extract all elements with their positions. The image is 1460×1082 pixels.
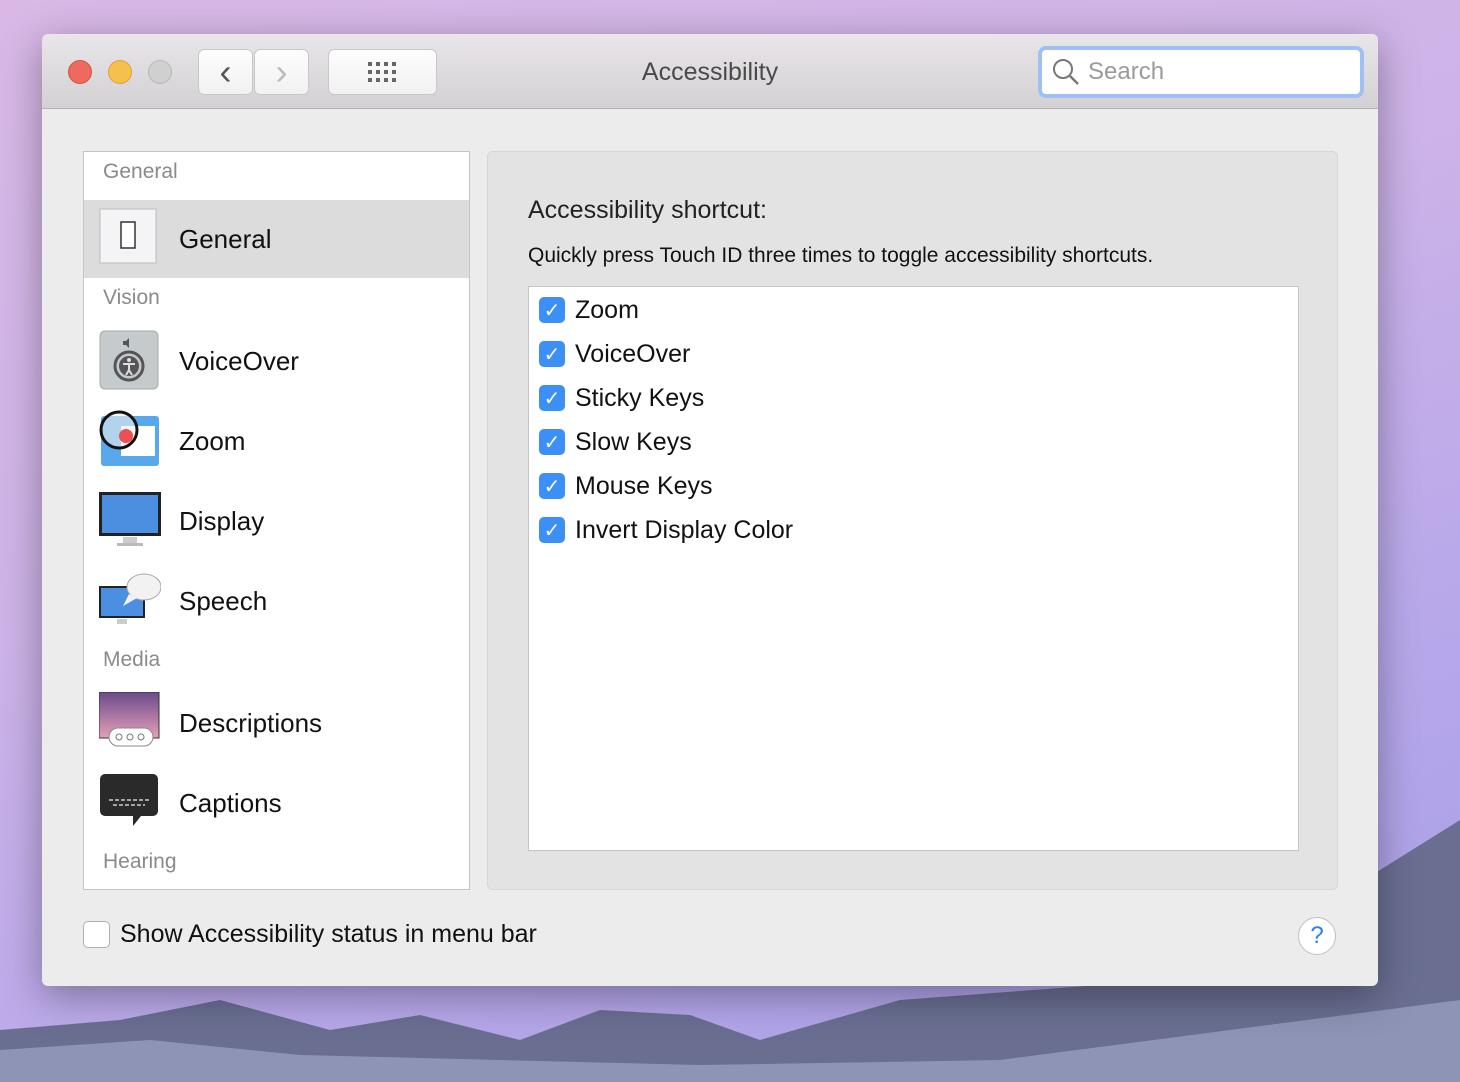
section-header-hearing: Hearing [103,850,177,873]
status-checkbox[interactable] [83,921,110,948]
checkbox-checked[interactable]: ✓ [539,297,565,323]
checkbox-checked[interactable]: ✓ [539,429,565,455]
sidebar-item-general[interactable]: General [84,200,469,278]
category-sidebar[interactable]: General General Vision VoiceOver Zoom Di… [83,151,470,890]
sidebar-item-descriptions[interactable]: Descriptions [84,684,469,762]
shortcut-voiceover[interactable]: ✓ VoiceOver [539,339,690,369]
sidebar-item-zoom[interactable]: Zoom [84,402,469,480]
display-icon [99,492,161,546]
sidebar-item-captions[interactable]: Captions [84,764,469,842]
section-header-general: General [103,160,178,183]
shortcut-heading: Accessibility shortcut: [528,196,767,224]
preferences-window: ‹ › Accessibility Search General General… [42,34,1378,986]
sidebar-item-speech[interactable]: Speech [84,562,469,640]
help-button[interactable]: ? [1298,917,1336,955]
general-switch-icon [99,208,157,264]
shortcut-invert-display-color[interactable]: ✓ Invert Display Color [539,515,793,545]
shortcut-sticky-keys[interactable]: ✓ Sticky Keys [539,383,704,413]
shortcut-zoom[interactable]: ✓ Zoom [539,295,639,325]
question-icon: ? [1310,922,1324,949]
search-icon [1053,59,1079,85]
title-bar: ‹ › Accessibility Search [42,34,1378,109]
status-label: Show Accessibility status in menu bar [120,920,537,948]
section-header-vision: Vision [103,286,160,309]
sidebar-item-display[interactable]: Display [84,482,469,560]
general-pane: Accessibility shortcut: Quickly press To… [487,151,1338,890]
voiceover-icon [99,330,159,390]
sidebar-item-voiceover[interactable]: VoiceOver [84,322,469,400]
captions-icon [100,774,158,826]
speech-icon [99,573,161,624]
search-field[interactable]: Search [1038,46,1364,98]
shortcut-description: Quickly press Touch ID three times to to… [528,244,1154,267]
checkbox-checked[interactable]: ✓ [539,385,565,411]
checkbox-checked[interactable]: ✓ [539,473,565,499]
section-header-media: Media [103,648,161,671]
checkbox-checked[interactable]: ✓ [539,517,565,543]
shortcut-mouse-keys[interactable]: ✓ Mouse Keys [539,471,713,501]
search-placeholder: Search [1088,58,1165,85]
checkbox-checked[interactable]: ✓ [539,341,565,367]
descriptions-icon [99,692,160,747]
status-menu-option[interactable]: Show Accessibility status in menu bar [83,920,537,949]
shortcut-list[interactable]: ✓ Zoom ✓ VoiceOver ✓ Sticky Keys ✓ Slow Keys… [528,286,1299,851]
zoom-icon [99,410,159,466]
shortcut-slow-keys[interactable]: ✓ Slow Keys [539,427,692,457]
